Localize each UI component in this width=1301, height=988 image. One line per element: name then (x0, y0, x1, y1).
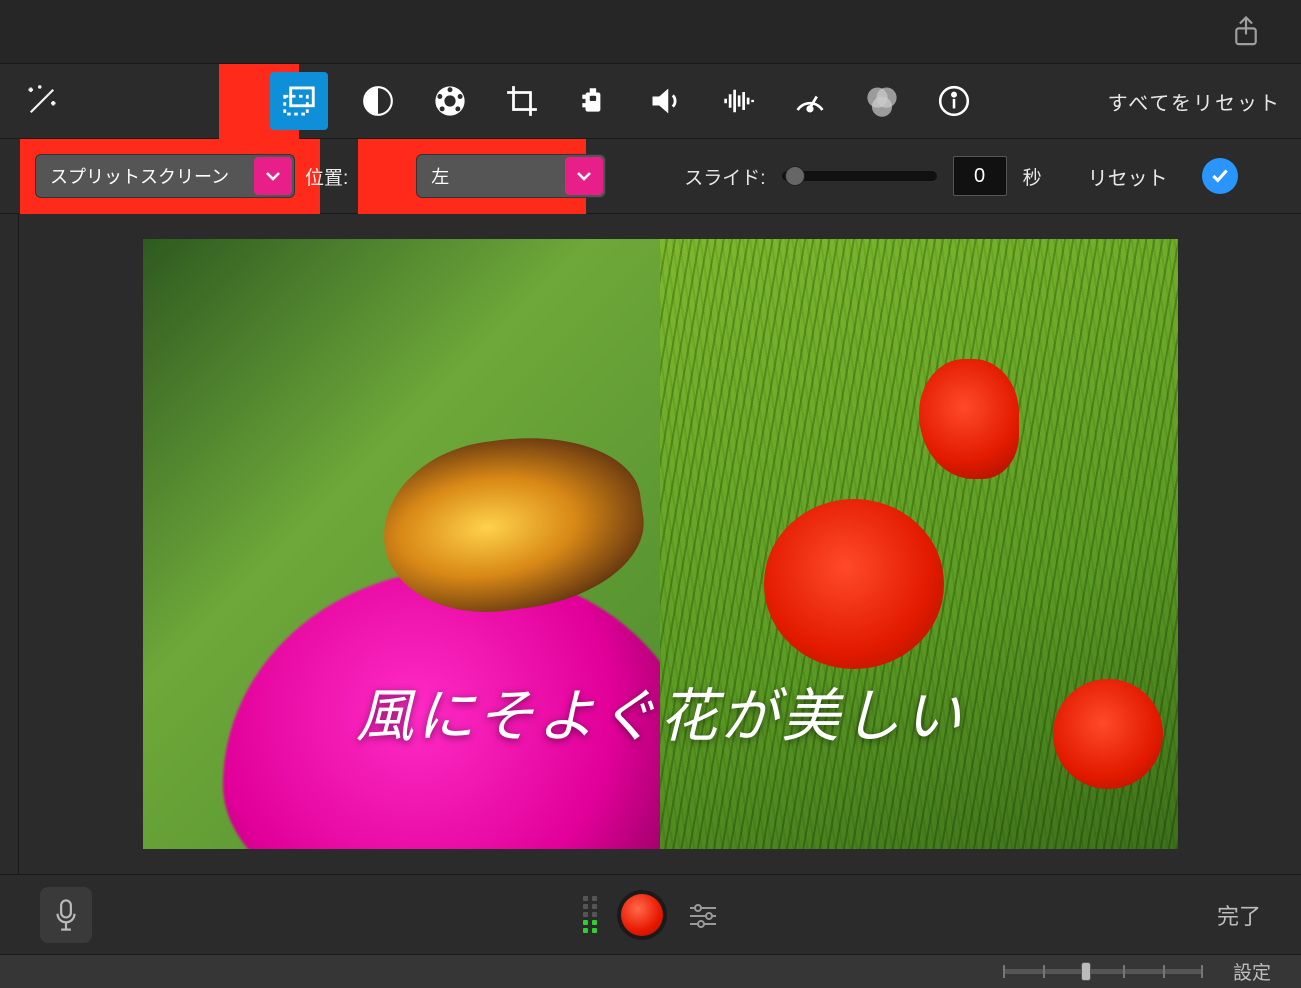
preview-canvas[interactable]: 風にそよぐ花が美しい (143, 239, 1178, 849)
timeline-zoom-slider[interactable] (1003, 969, 1203, 974)
noise-reduction-icon[interactable] (716, 79, 760, 123)
speed-icon[interactable] (788, 79, 832, 123)
crop-icon[interactable] (500, 79, 544, 123)
chevron-down-icon (254, 157, 292, 195)
preview-area: 風にそよぐ花が美しい (18, 214, 1301, 874)
chevron-down-icon (565, 157, 603, 195)
slide-group: スライド: 秒 リセット (684, 156, 1237, 196)
magic-wand-icon[interactable] (20, 79, 64, 123)
inspector-toolbar: すべてをリセット (0, 64, 1301, 139)
position-label: 位置: (305, 163, 348, 190)
seconds-label: 秒 (1023, 163, 1042, 190)
apply-checkmark-button[interactable] (1202, 158, 1238, 194)
title-bar (0, 0, 1301, 64)
reset-button[interactable]: リセット (1088, 162, 1168, 191)
position-dropdown[interactable]: 左 (416, 154, 606, 198)
stabilization-icon[interactable] (572, 79, 616, 123)
color-correction-icon[interactable] (428, 79, 472, 123)
done-button[interactable]: 完了 (1217, 899, 1261, 931)
share-icon[interactable] (1231, 15, 1261, 49)
record-control-bar: 完了 (0, 874, 1301, 954)
preview-left-half (143, 239, 661, 849)
voiceover-button[interactable] (40, 887, 92, 943)
color-balance-icon[interactable] (356, 79, 400, 123)
settings-button[interactable]: 設定 (1233, 958, 1271, 985)
voiceover-options-icon[interactable] (687, 901, 719, 929)
slider-thumb[interactable] (785, 166, 805, 186)
poppy-graphic (764, 499, 944, 669)
reset-all-button[interactable]: すべてをリセット (1108, 87, 1281, 116)
record-button[interactable] (621, 894, 663, 936)
record-group (583, 894, 719, 936)
overlay-settings-bar: スプリットスクリーン 位置: 左 スライド: 秒 リセット (0, 139, 1301, 214)
footer-bar: 設定 (0, 954, 1301, 988)
volume-icon[interactable] (644, 79, 688, 123)
video-overlay-tab[interactable] (270, 72, 328, 130)
slider-thumb[interactable] (1081, 962, 1091, 981)
color-filter-icon[interactable] (860, 79, 904, 123)
overlay-mode-value: スプリットスクリーン (50, 163, 229, 189)
position-value: 左 (431, 163, 449, 189)
title-overlay-text[interactable]: 風にそよぐ花が美しい (143, 669, 1178, 753)
slide-label: スライド: (684, 163, 765, 190)
audio-meter-icon (583, 896, 597, 933)
info-icon[interactable] (932, 79, 976, 123)
slide-slider[interactable] (782, 171, 937, 181)
slide-value-input[interactable] (953, 156, 1007, 196)
overlay-mode-dropdown[interactable]: スプリットスクリーン (35, 154, 295, 198)
